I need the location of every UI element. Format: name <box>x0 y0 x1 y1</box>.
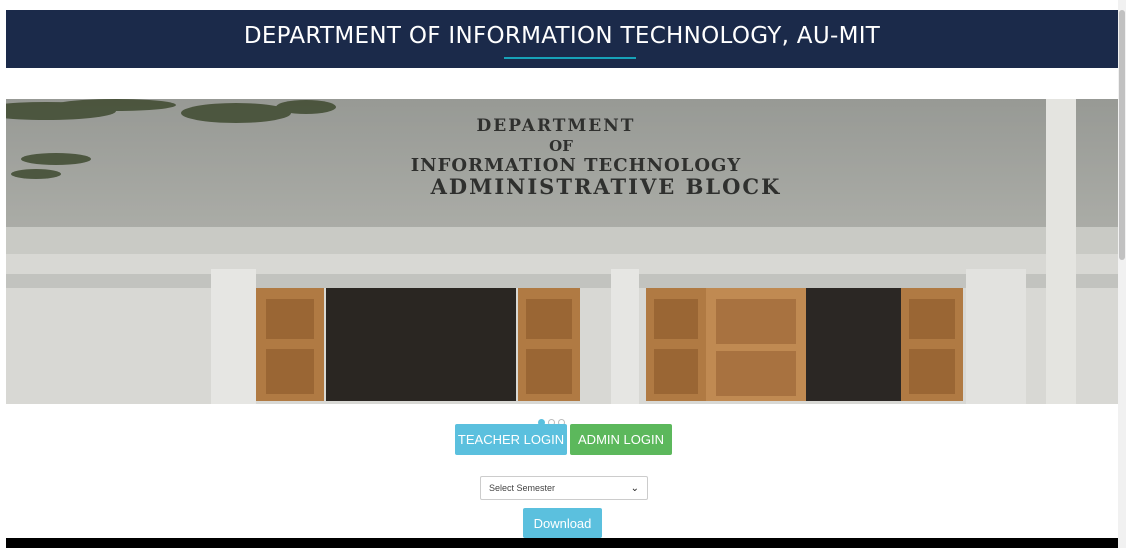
scrollbar-thumb[interactable] <box>1119 10 1125 260</box>
title-underline <box>504 57 636 59</box>
sign-line-4: ADMINISTRATIVE BLOCK <box>430 174 782 199</box>
page-title: DEPARTMENT OF INFORMATION TECHNOLOGY, AU… <box>243 23 881 49</box>
page-scrollbar[interactable] <box>1118 0 1126 548</box>
sign-line-1: DEPARTMENT <box>477 116 636 136</box>
semester-select-value: Select Semester <box>489 483 556 493</box>
page-header: DEPARTMENT OF INFORMATION TECHNOLOGY, AU… <box>6 10 1118 68</box>
sign-line-2: OF <box>549 137 573 155</box>
semester-select[interactable]: Select Semester ⌄ <box>480 476 648 500</box>
footer-bar <box>6 538 1118 548</box>
carousel-image: DEPARTMENT OF INFORMATION TECHNOLOGY ADM… <box>6 99 1118 404</box>
chevron-down-icon: ⌄ <box>630 482 639 494</box>
sign-line-3: INFORMATION TECHNOLOGY <box>411 155 742 176</box>
teacher-login-button[interactable]: TEACHER LOGIN <box>455 424 567 455</box>
admin-login-button[interactable]: ADMIN LOGIN <box>570 424 672 455</box>
download-button[interactable]: Download <box>523 508 602 538</box>
